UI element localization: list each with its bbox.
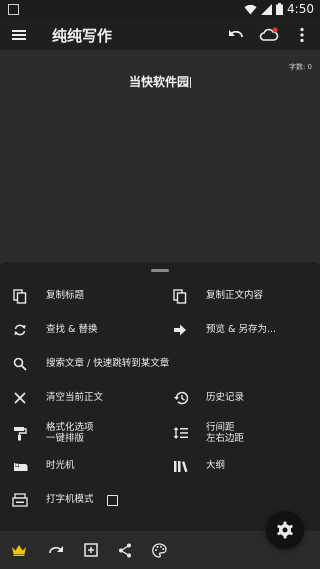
undo-icon[interactable] bbox=[227, 26, 245, 44]
menu-item-time-machine[interactable]: 时光机 bbox=[0, 454, 75, 478]
copy-icon bbox=[172, 288, 188, 304]
app-bar: 纯纯写作 bbox=[0, 20, 320, 50]
menu-item-label: 预览 & 另存为... bbox=[206, 324, 277, 335]
outline-icon bbox=[172, 458, 188, 474]
format-paint-icon bbox=[12, 425, 28, 441]
menu-item-copy-body[interactable]: 复制正文内容 bbox=[160, 284, 263, 308]
arrow-right-icon bbox=[172, 322, 188, 338]
editor-area[interactable]: 字数: 0 当快软件园 bbox=[0, 50, 320, 262]
menu-item-line-spacing[interactable]: 行间距 左右边距 bbox=[160, 419, 244, 447]
gallery-notification-icon bbox=[8, 4, 19, 15]
menu-icon[interactable] bbox=[12, 28, 26, 42]
copy-icon bbox=[12, 288, 28, 304]
gear-icon bbox=[276, 521, 294, 539]
add-box-icon[interactable] bbox=[83, 542, 99, 558]
menu-item-label: 大纲 bbox=[206, 460, 226, 471]
menu-item-typewriter-mode[interactable]: 打字机模式 bbox=[0, 488, 118, 512]
menu-item-label: 行间距 左右边距 bbox=[206, 422, 244, 444]
menu-item-label: 查找 & 替换 bbox=[46, 324, 98, 335]
settings-fab[interactable] bbox=[266, 511, 304, 549]
sheet-drag-handle[interactable] bbox=[151, 269, 169, 272]
menu-item-clear-body[interactable]: 清空当前正文 bbox=[0, 386, 103, 410]
menu-item-label: 搜索文章 / 快速跳转到某文章 bbox=[46, 358, 170, 369]
cloud-sync-icon[interactable] bbox=[259, 26, 279, 44]
search-icon bbox=[12, 356, 28, 372]
share-icon[interactable] bbox=[117, 542, 133, 558]
menu-item-label: 格式化选项 一键排版 bbox=[46, 422, 94, 444]
menu-item-label: 打字机模式 bbox=[46, 494, 94, 505]
menu-item-preview-save-as[interactable]: 预览 & 另存为... bbox=[160, 318, 276, 342]
typewriter-mode-checkbox[interactable] bbox=[106, 494, 118, 506]
menu-item-history[interactable]: 历史记录 bbox=[160, 386, 244, 410]
crown-icon[interactable] bbox=[11, 542, 27, 558]
menu-item-label-line2: 左右边距 bbox=[206, 433, 245, 444]
palette-icon[interactable] bbox=[151, 542, 167, 558]
menu-item-label: 历史记录 bbox=[206, 392, 245, 403]
document-title-text: 当快软件园 bbox=[128, 75, 189, 89]
history-icon bbox=[172, 390, 188, 406]
actions-bottom-sheet: 复制标题 复制正文内容 查找 & 替换 预览 & 另存为... 搜索文章 / 快… bbox=[0, 262, 320, 531]
menu-item-label-line2: 一键排版 bbox=[46, 433, 85, 444]
menu-item-outline[interactable]: 大纲 bbox=[160, 454, 225, 478]
battery-icon bbox=[276, 3, 284, 15]
close-icon bbox=[12, 390, 28, 406]
document-title[interactable]: 当快软件园 bbox=[0, 73, 320, 90]
menu-item-label-line1: 行间距 bbox=[206, 422, 235, 433]
menu-item-label-line1: 格式化选项 bbox=[46, 422, 94, 433]
redo-icon[interactable] bbox=[48, 542, 64, 558]
menu-item-copy-title[interactable]: 复制标题 bbox=[0, 284, 84, 308]
status-time: 4:50 bbox=[287, 2, 314, 16]
time-machine-icon bbox=[12, 458, 28, 474]
find-replace-icon bbox=[12, 322, 28, 338]
menu-item-format-options[interactable]: 格式化选项 一键排版 bbox=[0, 419, 94, 447]
menu-item-label: 复制标题 bbox=[46, 290, 85, 301]
text-caret bbox=[190, 77, 191, 88]
menu-item-search-articles[interactable]: 搜索文章 / 快速跳转到某文章 bbox=[0, 352, 169, 376]
menu-item-label: 清空当前正文 bbox=[46, 392, 104, 403]
signal-icon bbox=[261, 3, 273, 15]
menu-item-find-replace[interactable]: 查找 & 替换 bbox=[0, 318, 97, 342]
menu-item-label: 时光机 bbox=[46, 460, 75, 471]
app-title: 纯纯写作 bbox=[52, 27, 113, 45]
typewriter-icon bbox=[12, 492, 28, 508]
menu-item-label: 复制正文内容 bbox=[206, 290, 264, 301]
wifi-icon bbox=[244, 4, 257, 15]
word-count: 字数: 0 bbox=[288, 63, 312, 71]
line-spacing-icon bbox=[172, 425, 188, 441]
status-bar-right: 4:50 bbox=[244, 2, 314, 16]
status-bar: 4:50 bbox=[0, 0, 320, 20]
more-options-icon[interactable] bbox=[293, 26, 311, 44]
